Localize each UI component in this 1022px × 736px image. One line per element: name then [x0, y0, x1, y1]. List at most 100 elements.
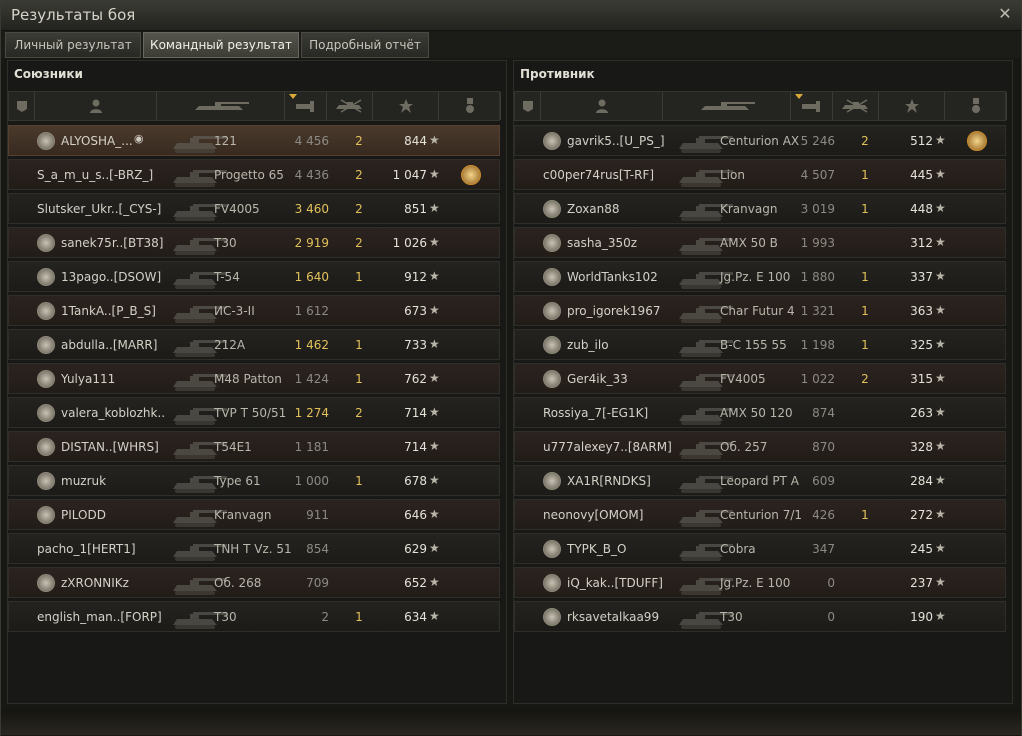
xp-star-icon: ★ — [935, 405, 946, 419]
kills-value: 2 — [355, 134, 363, 148]
ally-row[interactable]: pacho_1[HERT1] TNH T Vz. 51 854 629 ★ — [8, 533, 500, 564]
ally-row[interactable]: 13pago..[DSOW] T-54 1 640 1 912 ★ — [8, 261, 500, 292]
medal-column-icon[interactable] — [439, 92, 501, 120]
battle-results-window: Результаты боя ✕ Личный результат Команд… — [0, 0, 1022, 736]
allies-column-headers — [8, 91, 501, 121]
ally-row[interactable]: 1TankA..[P_B_S] ИС-3-II 1 612 673 ★ — [8, 295, 500, 326]
damage-column-icon[interactable] — [791, 92, 833, 120]
tab-detailed[interactable]: Подробный отчёт — [301, 32, 429, 58]
enemy-row[interactable]: Ger4ik_33 FV4005 1 022 2 315 ★ — [514, 363, 1006, 394]
kills-column-icon[interactable] — [833, 92, 879, 120]
enemy-row[interactable]: neonovy[OMOM] Centurion 7/1 426 1 272 ★ — [514, 499, 1006, 530]
medal-icon[interactable] — [967, 131, 987, 151]
enemy-row[interactable]: Rossiya_7[-EG1K] AMX 50 120 874 263 ★ — [514, 397, 1006, 428]
close-icon[interactable]: ✕ — [997, 5, 1013, 23]
vehicle-column-icon[interactable] — [157, 92, 285, 120]
damage-value: 4 507 — [800, 168, 835, 182]
vehicle-name: T-54 — [214, 270, 240, 284]
vehicle-column-icon[interactable] — [663, 92, 791, 120]
vehicle-name: TVP T 50/51 — [214, 406, 287, 420]
enemy-row[interactable]: iQ_kak..[TDUFF] Jg.Pz. E 100 0 237 ★ — [514, 567, 1006, 598]
player-name: c00per74rus[T-RF] — [543, 168, 655, 182]
player-badge-icon — [37, 234, 55, 252]
player-badge-icon — [543, 132, 561, 150]
tab-team[interactable]: Командный результат — [143, 32, 299, 58]
enemy-row[interactable]: sasha_350z AMX 50 B 1 993 312 ★ — [514, 227, 1006, 258]
player-name: Rossiya_7[-EG1K] — [543, 406, 649, 420]
damage-column-icon[interactable] — [285, 92, 327, 120]
xp-star-icon: ★ — [935, 507, 946, 521]
ally-row[interactable]: abdulla..[MARR] 212A 1 462 1 733 ★ — [8, 329, 500, 360]
xp-star-icon: ★ — [429, 371, 440, 385]
enemy-row[interactable]: u777alexey7..[8ARM] Об. 257 870 328 ★ — [514, 431, 1006, 462]
kills-value: 1 — [355, 270, 363, 284]
kills-value: 1 — [861, 338, 869, 352]
xp-value: 325 — [910, 338, 933, 352]
ally-row[interactable]: S_a_m_u_s..[-BRZ_] Progetto 65 4 436 2 1 047… — [8, 159, 500, 190]
ally-row[interactable]: sanek75r..[BT38] T30 2 919 2 1 026 ★ — [8, 227, 500, 258]
allies-title: Союзники — [14, 67, 83, 81]
xp-star-icon: ★ — [935, 167, 946, 181]
player-name: muzruk — [61, 474, 107, 488]
ally-row[interactable]: zXRONNIKz Об. 268 709 652 ★ — [8, 567, 500, 598]
player-column-icon[interactable] — [35, 92, 157, 120]
kills-value: 1 — [861, 202, 869, 216]
vehicle-name: Type 61 — [214, 474, 261, 488]
damage-value: 2 919 — [294, 236, 329, 250]
ally-row[interactable]: valera_koblozhk.. TVP T 50/51 1 274 2 714 ★ — [8, 397, 500, 428]
enemy-row[interactable]: rksavetalkaa99 T30 0 190 ★ — [514, 601, 1006, 632]
ally-row[interactable]: ALYOSHA_... ◉ 121 4 456 2 844 ★ — [8, 125, 500, 156]
xp-value: 337 — [910, 270, 933, 284]
damage-value: 1 880 — [800, 270, 835, 284]
medal-icon[interactable] — [461, 165, 481, 185]
player-name: zXRONNIKz — [61, 576, 129, 590]
enemy-row[interactable]: zub_ilo B-C 155 55 1 198 1 325 ★ — [514, 329, 1006, 360]
xp-star-icon: ★ — [935, 201, 946, 215]
squad-column-icon[interactable] — [515, 92, 541, 120]
ally-row[interactable]: PILODD Kranvagn 911 646 ★ — [8, 499, 500, 530]
xp-value: 245 — [910, 542, 933, 556]
ally-row[interactable]: Slutsker_Ukr..[_CYS-] FV4005 3 460 2 851 ★ — [8, 193, 500, 224]
enemy-row[interactable]: WorldTanks102 Jg.Pz. E 100 1 880 1 337 ★ — [514, 261, 1006, 292]
squad-column-icon[interactable] — [9, 92, 35, 120]
ally-row[interactable]: muzruk Type 61 1 000 1 678 ★ — [8, 465, 500, 496]
xp-column-icon[interactable] — [879, 92, 945, 120]
damage-value: 1 321 — [800, 304, 835, 318]
xp-value: 851 — [404, 202, 427, 216]
kills-value: 2 — [861, 372, 869, 386]
vehicle-name: Об. 268 — [214, 576, 262, 590]
ally-row[interactable]: DISTAN..[WHRS] T54E1 1 181 714 ★ — [8, 431, 500, 462]
xp-value: 762 — [404, 372, 427, 386]
player-name: ALYOSHA_... — [61, 134, 133, 148]
damage-value: 1 993 — [800, 236, 835, 250]
player-name: valera_koblozhk.. — [61, 406, 166, 420]
enemy-row[interactable]: c00per74rus[T-RF] Lion 4 507 1 445 ★ — [514, 159, 1006, 190]
damage-value: 0 — [827, 576, 835, 590]
player-column-icon[interactable] — [541, 92, 663, 120]
xp-star-icon: ★ — [935, 337, 946, 351]
enemy-row[interactable]: gavrik5..[U_PS_] Centurion AX 5 246 2 512 ★ — [514, 125, 1006, 156]
xp-star-icon: ★ — [935, 303, 946, 317]
enemy-row[interactable]: XA1R[RNDKS] Leopard PT A 609 284 ★ — [514, 465, 1006, 496]
vehicle-name: Jg.Pz. E 100 — [720, 270, 791, 284]
tab-personal[interactable]: Личный результат — [5, 32, 141, 58]
vehicle-name: M48 Patton — [214, 372, 282, 386]
xp-column-icon[interactable] — [373, 92, 439, 120]
xp-star-icon: ★ — [429, 541, 440, 555]
kills-value: 1 — [861, 508, 869, 522]
enemy-row[interactable]: pro_igorek1967 Char Futur 4 1 321 1 363 ★ — [514, 295, 1006, 326]
player-name: rksavetalkaa99 — [567, 610, 660, 624]
kills-column-icon[interactable] — [327, 92, 373, 120]
xp-value: 678 — [404, 474, 427, 488]
ally-row[interactable]: Yulya111 M48 Patton 1 424 1 762 ★ — [8, 363, 500, 394]
kills-value: 1 — [355, 372, 363, 386]
vehicle-name: AMX 50 B — [720, 236, 778, 250]
damage-value: 3 460 — [294, 202, 329, 216]
damage-value: 347 — [812, 542, 835, 556]
hidden-eye-icon: ◉ — [134, 132, 144, 145]
ally-row[interactable]: english_man..[FORP] T30 2 1 634 ★ — [8, 601, 500, 632]
allies-panel: Союзники ALYOSHA_... ◉ 121 4 456 2 844 ★ S_a_m_… — [7, 60, 507, 704]
medal-column-icon[interactable] — [945, 92, 1007, 120]
enemy-row[interactable]: TYPK_B_O Cobra 347 245 ★ — [514, 533, 1006, 564]
enemy-row[interactable]: Zoxan88 Kranvagn 3 019 1 448 ★ — [514, 193, 1006, 224]
